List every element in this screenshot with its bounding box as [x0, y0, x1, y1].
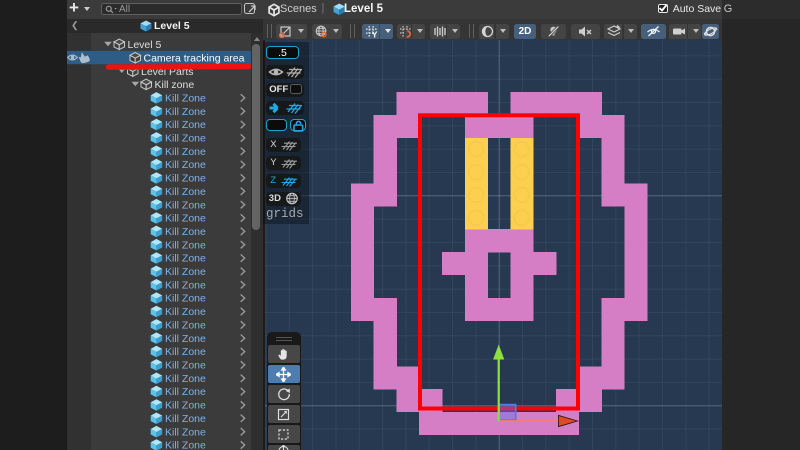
svg-text:Kill Zone: Kill Zone	[165, 105, 206, 117]
svg-text:Kill Zone: Kill Zone	[165, 172, 206, 184]
svg-text:Kill Zone: Kill Zone	[165, 266, 206, 278]
svg-text:Kill Zone: Kill Zone	[165, 412, 206, 424]
svg-text:Kill Zone: Kill Zone	[165, 239, 206, 251]
svg-text:Kill Zone: Kill Zone	[165, 226, 206, 238]
svg-text:Kill Zone: Kill Zone	[165, 92, 206, 104]
svg-text:Kill Zone: Kill Zone	[165, 292, 206, 304]
svg-text:Kill Zone: Kill Zone	[165, 372, 206, 384]
svg-text:Kill Zone: Kill Zone	[165, 439, 206, 450]
svg-text:Kill Zone: Kill Zone	[165, 386, 206, 398]
svg-text:Kill Zone: Kill Zone	[165, 332, 206, 344]
svg-text:Kill zone: Kill zone	[155, 79, 195, 91]
svg-text:Kill Zone: Kill Zone	[165, 346, 206, 358]
svg-text:Level 5: Level 5	[128, 39, 162, 51]
svg-text:Kill Zone: Kill Zone	[165, 359, 206, 371]
svg-text:Kill Zone: Kill Zone	[165, 132, 206, 144]
svg-text:Y: Y	[372, 29, 378, 38]
svg-text:Kill Zone: Kill Zone	[165, 145, 206, 157]
svg-text:Kill Zone: Kill Zone	[165, 399, 206, 411]
svg-text:Kill Zone: Kill Zone	[165, 319, 206, 331]
svg-text:Kill Zone: Kill Zone	[165, 185, 206, 197]
svg-text:Kill Zone: Kill Zone	[165, 252, 206, 264]
svg-text:Kill Zone: Kill Zone	[165, 199, 206, 211]
svg-text:Kill Zone: Kill Zone	[165, 279, 206, 291]
svg-text:Camera tracking area: Camera tracking area	[144, 52, 245, 64]
svg-text:Kill Zone: Kill Zone	[165, 306, 206, 318]
svg-text:Kill Zone: Kill Zone	[165, 159, 206, 171]
svg-text:Kill Zone: Kill Zone	[165, 119, 206, 131]
svg-text:Kill Zone: Kill Zone	[165, 212, 206, 224]
svg-text:Kill Zone: Kill Zone	[165, 426, 206, 438]
